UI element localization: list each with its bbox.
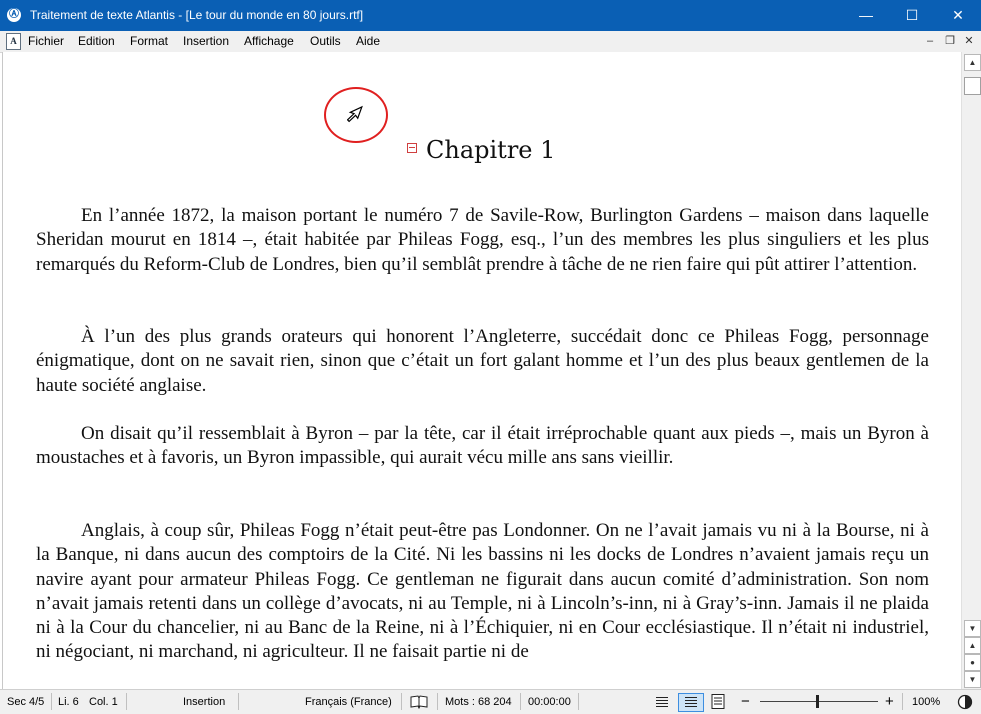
insert-mode-indicator[interactable]: Insertion <box>183 696 225 708</box>
zoom-slider-handle[interactable] <box>816 695 819 708</box>
document-close-button[interactable]: ✕ <box>961 34 977 49</box>
paragraph-4: Anglais, à coup sûr, Phileas Fogg n’étai… <box>36 520 929 663</box>
menu-edition[interactable]: Edition <box>78 34 115 48</box>
section-indicator[interactable]: Sec 4/5 <box>7 696 44 708</box>
collapse-heading-icon[interactable] <box>407 143 417 153</box>
browse-object-button[interactable]: ● <box>964 654 981 671</box>
column-indicator[interactable]: Col. 1 <box>89 696 118 708</box>
previous-page-button[interactable]: ▲ <box>964 637 981 654</box>
page-view-button[interactable] <box>678 693 704 712</box>
menu-affichage[interactable]: Affichage <box>244 34 294 48</box>
scroll-thumb[interactable] <box>964 77 981 95</box>
zoom-in-button[interactable]: + <box>885 693 894 710</box>
mouse-cursor-icon <box>347 105 363 123</box>
page-view-icon <box>685 697 697 707</box>
divider <box>520 693 521 710</box>
spellcheck-book-icon[interactable] <box>409 695 429 709</box>
scroll-up-button[interactable]: ▲ <box>964 54 981 71</box>
divider <box>437 693 438 710</box>
menu-insertion[interactable]: Insertion <box>183 34 229 48</box>
document-minimize-button[interactable]: – <box>922 34 938 49</box>
window-title: Traitement de texte Atlantis - [Le tour … <box>30 8 364 22</box>
divider <box>51 693 52 710</box>
paragraph-3: On disait qu’il ressemblait à Byron – pa… <box>36 423 929 469</box>
paragraph-2: À l’un des plus grands orateurs qui hono… <box>36 326 929 396</box>
status-bar: Sec 4/5 Li. 6 Col. 1 Insertion Français … <box>0 689 981 714</box>
scroll-down-button[interactable]: ▼ <box>964 620 981 637</box>
zoom-out-button[interactable]: − <box>741 693 750 710</box>
divider <box>126 693 127 710</box>
word-count[interactable]: Mots : 68 204 <box>445 696 512 708</box>
paragraph-1: En l’année 1872, la maison portant le nu… <box>36 205 929 275</box>
divider <box>401 693 402 710</box>
maximize-button[interactable]: ☐ <box>889 0 935 31</box>
menu-fichier[interactable]: Fichier <box>28 34 64 48</box>
close-button[interactable]: ✕ <box>935 0 981 31</box>
line-indicator[interactable]: Li. 6 <box>58 696 79 708</box>
next-page-button[interactable]: ▼ <box>964 671 981 688</box>
document-restore-button[interactable]: ❐ <box>942 34 958 49</box>
zoom-level[interactable]: 100% <box>912 696 940 708</box>
contrast-icon[interactable] <box>957 694 973 710</box>
menu-aide[interactable]: Aide <box>356 34 380 48</box>
menu-format[interactable]: Format <box>130 34 168 48</box>
minimize-button[interactable]: — <box>843 0 889 31</box>
menu-outils[interactable]: Outils <box>310 34 341 48</box>
divider <box>578 693 579 710</box>
document-area[interactable]: Chapitre 1 En l’année 1872, la maison po… <box>2 52 961 689</box>
zoom-slider-track[interactable] <box>760 701 878 702</box>
language-indicator[interactable]: Français (France) <box>305 696 392 708</box>
divider <box>238 693 239 710</box>
menu-bar: A Fichier Edition Format Insertion Affic… <box>0 31 981 53</box>
vertical-scrollbar[interactable]: ▲ ▼ ▲ ● ▼ <box>961 52 981 689</box>
print-layout-view-icon[interactable] <box>711 694 725 709</box>
app-icon[interactable]: Ⓐ <box>7 8 21 22</box>
normal-view-icon[interactable] <box>655 696 669 708</box>
chapter-heading: Chapitre 1 <box>426 136 556 164</box>
document-icon[interactable]: A <box>6 33 21 50</box>
divider <box>902 693 903 710</box>
title-bar: Ⓐ Traitement de texte Atlantis - [Le tou… <box>0 0 981 31</box>
editing-time[interactable]: 00:00:00 <box>528 696 571 708</box>
